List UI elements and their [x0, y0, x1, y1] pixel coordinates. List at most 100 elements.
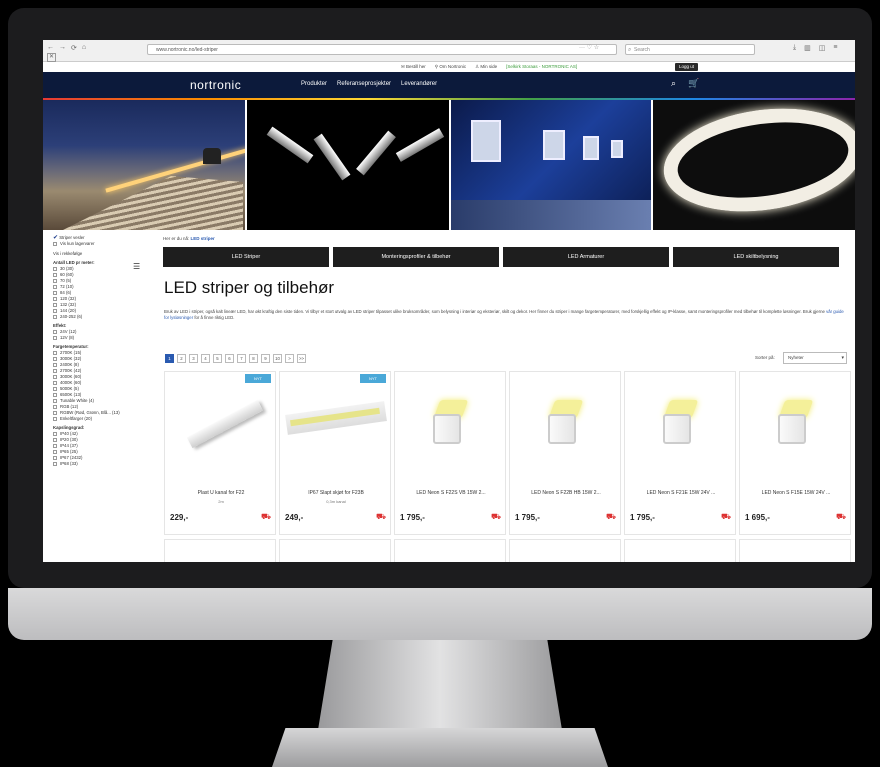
checkbox[interactable]: [53, 380, 57, 385]
checkbox[interactable]: [53, 350, 57, 355]
sidebar-icon[interactable]: ◫: [819, 44, 826, 52]
category-profiles[interactable]: Monteringsprofiler & tilbehør: [333, 247, 499, 267]
checkbox[interactable]: [53, 449, 57, 454]
checkbox[interactable]: [53, 266, 57, 271]
search-icon[interactable]: ⌕: [671, 78, 676, 89]
product-image[interactable]: [171, 378, 271, 468]
page-link[interactable]: 7: [237, 354, 246, 363]
hero-banner-neon[interactable]: [653, 100, 855, 230]
product-card[interactable]: [509, 539, 621, 562]
checkbox[interactable]: [53, 416, 57, 421]
product-name[interactable]: IP67 Slapt skjøt for F23B: [283, 490, 389, 496]
product-card[interactable]: [624, 539, 736, 562]
page-link[interactable]: 9: [261, 354, 270, 363]
filter-option[interactable]: IP68 (33): [53, 461, 153, 467]
product-card[interactable]: LED Neon S F15E 15W 24V ... 1 695,- ⛟: [739, 371, 851, 535]
product-card[interactable]: LED Neon S F21E 15W 24V ... 1 795,- ⛟: [624, 371, 736, 535]
product-card[interactable]: NYT Plast U kanal for F22 2m 229,- ⛟: [164, 371, 276, 535]
product-card[interactable]: NYT IP67 Slapt skjøt for F23B 0,3m kanal 24…: [279, 371, 391, 535]
category-led-stripes[interactable]: LED Striper: [163, 247, 329, 267]
add-to-cart-icon[interactable]: ⛟: [721, 512, 731, 522]
checkbox[interactable]: [53, 431, 57, 436]
about-link[interactable]: ⚲ Om Nortronic: [435, 64, 466, 70]
checkbox[interactable]: [53, 335, 57, 340]
sort-select[interactable]: Nyheter ▾: [783, 352, 847, 364]
product-card[interactable]: LED Neon S F22S VB 15W 2... 1 795,- ⛟: [394, 371, 506, 535]
product-card[interactable]: [279, 539, 391, 562]
hero-banner-stairs[interactable]: [43, 100, 245, 230]
product-image[interactable]: [631, 378, 731, 468]
checkbox[interactable]: [53, 461, 57, 466]
page-link[interactable]: >: [285, 354, 294, 363]
product-name[interactable]: LED Neon S F21E 15W 24V ...: [628, 490, 734, 496]
product-name[interactable]: LED Neon S F22B HB 15W 2...: [513, 490, 619, 496]
nav-references[interactable]: Referanseprosjekter: [337, 81, 391, 87]
page-link[interactable]: 6: [225, 354, 234, 363]
product-card[interactable]: LED Neon S F22B HB 15W 2... 1 795,- ⛟: [509, 371, 621, 535]
checkbox[interactable]: [53, 356, 57, 361]
filter-option[interactable]: Enkeltfarger (20): [53, 416, 153, 422]
page-link[interactable]: 8: [249, 354, 258, 363]
product-card[interactable]: [739, 539, 851, 562]
nav-products[interactable]: Produkter: [301, 81, 327, 87]
forward-icon[interactable]: →: [59, 44, 66, 52]
checkbox[interactable]: [53, 368, 57, 373]
my-page-link[interactable]: ♙ Min side: [475, 64, 497, 70]
breadcrumb-current[interactable]: LED striper: [191, 236, 215, 241]
add-to-cart-icon[interactable]: ⛟: [376, 512, 386, 522]
site-logo[interactable]: nortronic: [190, 78, 241, 92]
menu-icon[interactable]: ≡: [833, 44, 837, 52]
library-icon[interactable]: ▥: [804, 44, 811, 52]
checkbox[interactable]: [53, 302, 57, 307]
hero-banner-subway[interactable]: [451, 100, 651, 230]
checkbox[interactable]: [53, 437, 57, 442]
product-card[interactable]: [394, 539, 506, 562]
checkbox[interactable]: [53, 308, 57, 313]
product-name[interactable]: LED Neon S F22S VB 15W 2...: [398, 490, 504, 496]
download-icon[interactable]: ⤓: [793, 44, 796, 52]
browser-search-input[interactable]: ⌕ Search: [625, 44, 755, 55]
nav-suppliers[interactable]: Leverandører: [401, 81, 437, 87]
checkbox[interactable]: [53, 386, 57, 391]
checkbox[interactable]: [53, 374, 57, 379]
add-to-cart-icon[interactable]: ⛟: [836, 512, 846, 522]
checkbox[interactable]: [53, 290, 57, 295]
checkbox[interactable]: [53, 296, 57, 301]
category-fixtures[interactable]: LED Armaturer: [503, 247, 669, 267]
category-signage[interactable]: LED skiltbelysning: [673, 247, 839, 267]
product-name[interactable]: Plast U kanal for F22: [168, 490, 274, 496]
checkbox[interactable]: [53, 314, 57, 319]
product-image[interactable]: [285, 378, 387, 468]
checkbox[interactable]: [53, 362, 57, 367]
add-to-cart-icon[interactable]: ⛟: [491, 512, 501, 522]
reload-icon[interactable]: ⟳: [71, 44, 77, 52]
add-to-cart-icon[interactable]: ⛟: [261, 512, 271, 522]
add-to-cart-icon[interactable]: ⛟: [606, 512, 616, 522]
logout-button[interactable]: Logg ut: [675, 63, 699, 71]
page-link[interactable]: 10: [273, 354, 282, 363]
checkbox[interactable]: [53, 443, 57, 448]
home-icon[interactable]: ⌂: [82, 44, 86, 52]
page-link[interactable]: 2: [177, 354, 186, 363]
checkbox[interactable]: [53, 272, 57, 277]
product-image[interactable]: [401, 378, 501, 468]
checkbox[interactable]: [53, 404, 57, 409]
close-icon[interactable]: ✕: [47, 53, 56, 62]
checkbox[interactable]: [53, 410, 57, 415]
checkbox[interactable]: [53, 455, 57, 460]
checkbox[interactable]: [53, 284, 57, 289]
page-link[interactable]: 5: [213, 354, 222, 363]
address-bar[interactable]: www.nortronic.no/led-striper: [147, 44, 617, 55]
cart-icon[interactable]: 🛒: [688, 78, 699, 89]
product-image[interactable]: [516, 378, 616, 468]
page-link[interactable]: 1: [165, 354, 174, 363]
checkbox[interactable]: [53, 392, 57, 397]
page-actions-icon[interactable]: ··· ♡ ☆: [579, 44, 599, 51]
page-link[interactable]: >>: [297, 354, 306, 363]
order-link[interactable]: ✉ Bestill her: [401, 64, 426, 70]
checkbox[interactable]: [53, 398, 57, 403]
back-icon[interactable]: ←: [47, 44, 54, 52]
product-image[interactable]: [746, 378, 846, 468]
checkbox[interactable]: [53, 329, 57, 334]
hero-banner-profiles[interactable]: [247, 100, 449, 230]
